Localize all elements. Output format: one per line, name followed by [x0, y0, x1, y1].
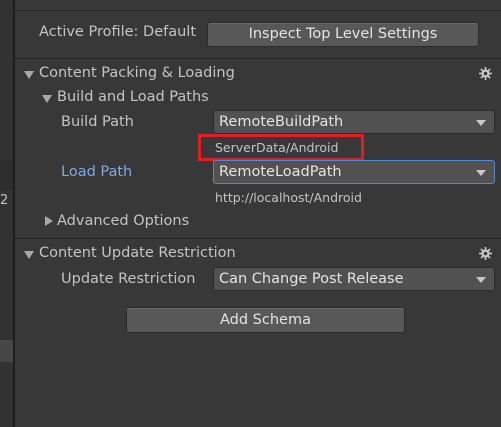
content-packing-section-title[interactable]: Content Packing & Loading — [39, 65, 235, 81]
load-path-label: Load Path — [61, 164, 133, 180]
left-pane-selected-row[interactable] — [0, 340, 13, 362]
build-and-load-paths-title[interactable]: Build and Load Paths — [57, 89, 209, 105]
update-restriction-value: Can Change Post Release — [219, 271, 404, 287]
left-pane-row — [0, 160, 13, 190]
dropdown-arrow-icon — [476, 277, 486, 283]
foldout-expanded-icon[interactable] — [24, 251, 34, 259]
section-separator — [15, 58, 501, 59]
advanced-options-foldout[interactable]: Advanced Options — [57, 213, 189, 229]
inspector-panel: Active Profile: Default Inspect Top Leve… — [15, 0, 501, 427]
inspect-top-level-settings-button[interactable]: Inspect Top Level Settings — [207, 22, 479, 47]
build-path-label: Build Path — [61, 114, 134, 130]
update-restriction-dropdown[interactable]: Can Change Post Release — [213, 267, 495, 291]
load-path-value: RemoteLoadPath — [219, 164, 342, 180]
dropdown-arrow-icon — [476, 170, 486, 176]
gear-icon[interactable] — [479, 67, 492, 80]
build-path-value: RemoteBuildPath — [219, 114, 344, 130]
inspector-top-edge — [15, 0, 501, 11]
left-pane — [0, 0, 13, 427]
foldout-expanded-icon[interactable] — [24, 71, 34, 79]
build-path-resolved-text: ServerData/Android — [215, 140, 339, 155]
foldout-expanded-icon[interactable] — [42, 95, 52, 103]
update-restriction-label: Update Restriction — [61, 271, 196, 287]
content-update-section-title[interactable]: Content Update Restriction — [39, 245, 236, 261]
load-path-dropdown[interactable]: RemoteLoadPath — [213, 160, 495, 184]
gear-icon[interactable] — [479, 247, 492, 260]
foldout-collapsed-icon[interactable] — [45, 216, 53, 226]
left-pane-text: 2 — [0, 193, 9, 208]
dropdown-arrow-icon — [476, 120, 486, 126]
load-path-resolved-text: http://localhost/Android — [215, 190, 362, 205]
active-profile-label: Active Profile: Default — [39, 24, 197, 40]
section-separator — [15, 238, 501, 239]
build-path-dropdown[interactable]: RemoteBuildPath — [213, 110, 495, 134]
add-schema-button[interactable]: Add Schema — [126, 307, 405, 333]
